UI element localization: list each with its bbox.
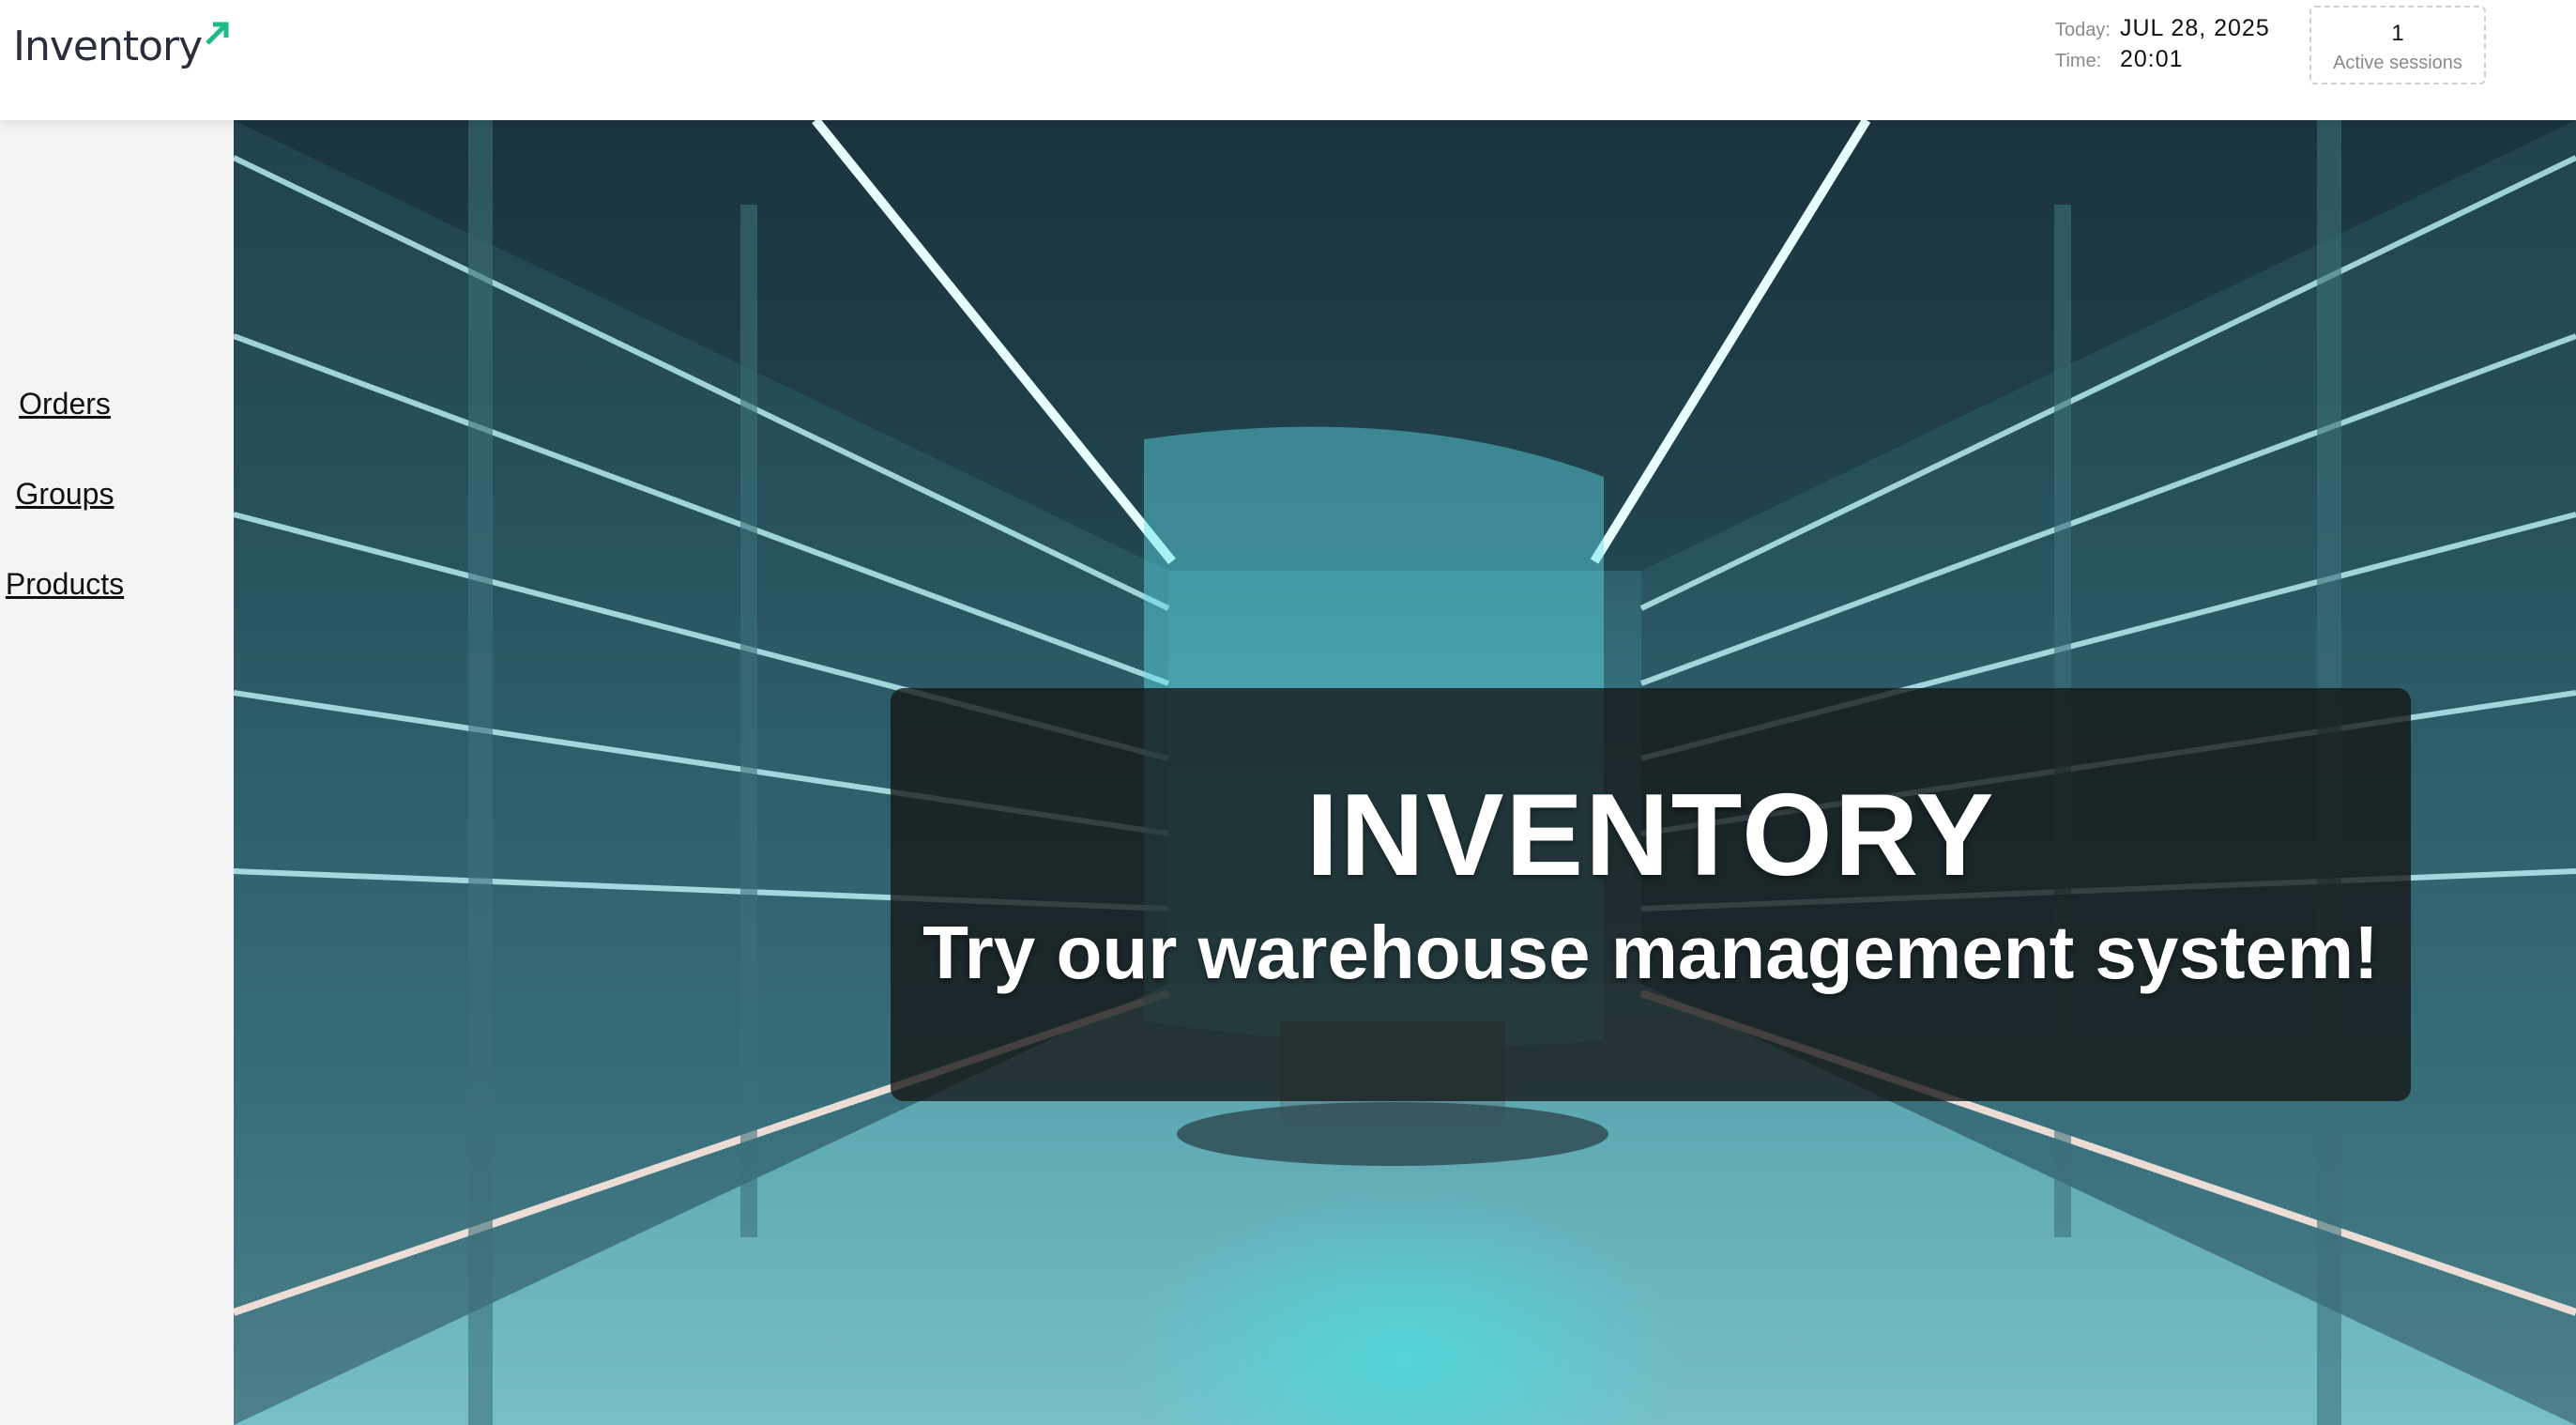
hero-title: INVENTORY (1305, 771, 1996, 900)
sidebar-link-orders[interactable]: Orders (0, 387, 130, 421)
sidebar: Orders Groups Products (0, 120, 234, 1425)
today-label: Today: (2055, 20, 2111, 40)
logo-text: Inventory (13, 23, 203, 70)
active-sessions-label: Active sessions (2333, 53, 2462, 73)
time-value: 20:01 (2119, 46, 2184, 72)
sidebar-link-products[interactable]: Products (0, 567, 130, 602)
top-header: Inventory Today: JUL 28, 2025 Time: 20:0… (0, 0, 2576, 120)
hero-banner: INVENTORY Try our warehouse management s… (234, 120, 2576, 1425)
sidebar-link-groups[interactable]: Groups (0, 477, 130, 512)
arrow-up-right-icon (206, 22, 229, 45)
hero-subtitle: Try our warehouse management system! (922, 911, 2379, 994)
date-time-display: Today: JUL 28, 2025 Time: 20:01 (2055, 15, 2270, 73)
hero-overlay: INVENTORY Try our warehouse management s… (891, 688, 2411, 1101)
today-value: JUL 28, 2025 (2119, 15, 2270, 41)
time-label: Time: (2055, 51, 2102, 71)
active-sessions-box: 1 Active sessions (2309, 6, 2486, 84)
active-sessions-count: 1 (2391, 21, 2404, 46)
logo[interactable]: Inventory (13, 17, 232, 73)
